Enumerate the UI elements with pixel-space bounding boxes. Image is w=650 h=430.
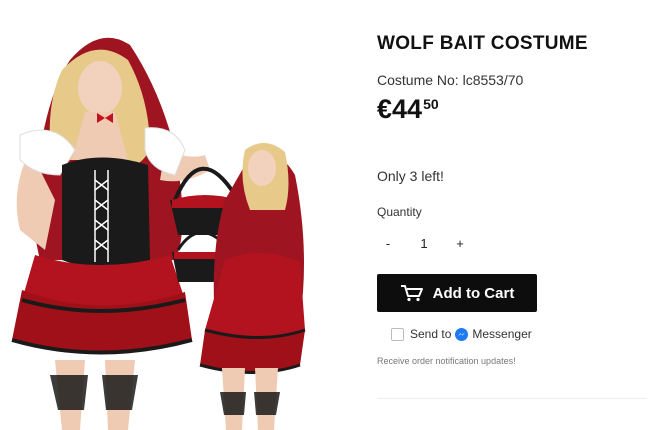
costume-number: Costume No: lc8553/70 [377, 72, 524, 88]
stock-status: Only 3 left! [377, 168, 444, 184]
send-to-label: Send to [410, 327, 452, 341]
product-price: €4450 [377, 94, 439, 125]
divider [377, 398, 647, 399]
messenger-icon [455, 327, 469, 341]
notification-note: Receive order notification updates! [377, 356, 516, 366]
model-back [199, 142, 306, 430]
quantity-decrement-button[interactable]: - [377, 236, 399, 251]
costume-photo [11, 37, 306, 430]
quantity-increment-button[interactable]: + [449, 236, 471, 251]
send-to-messenger: Send to Messenger [391, 327, 532, 341]
send-to-messenger-checkbox[interactable] [391, 327, 404, 341]
add-to-cart-label: Add to Cart [432, 284, 515, 302]
price-cents: 50 [423, 96, 439, 112]
product-title: WOLF BAIT COSTUME [377, 33, 588, 54]
price-whole: €44 [377, 94, 423, 124]
product-image[interactable] [0, 0, 340, 430]
quantity-input[interactable]: 1 [399, 236, 449, 251]
cart-icon [400, 285, 423, 302]
messenger-label: Messenger [472, 327, 532, 341]
add-to-cart-button[interactable]: Add to Cart [377, 274, 537, 312]
quantity-label: Quantity [377, 205, 422, 219]
quantity-stepper: - 1 + [377, 229, 477, 257]
